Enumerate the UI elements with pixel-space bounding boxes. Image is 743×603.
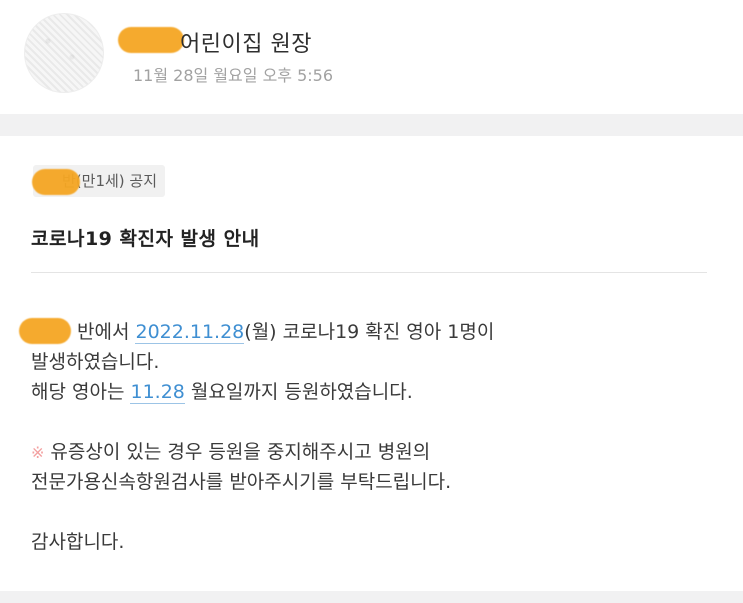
body-text: 월요일까지 등원하였습니다. [184,381,413,403]
post-content: 반(만1세) 공지 코로나19 확진자 발생 안내 반에서 2022.11.28… [0,136,743,591]
post-header: 어린이집 원장 11월 28일 월요일 오후 5:56 [0,0,743,114]
avatar[interactable] [24,13,104,93]
title-divider [31,272,707,273]
redaction-mark [19,318,71,344]
redaction-mark [32,169,80,195]
body-line: 해당 영아는 11.28 월요일까지 등원하였습니다. [31,377,413,407]
body-text: 해당 영아는 [31,381,131,403]
body-line: 발생하였습니다. [31,351,160,373]
date-link[interactable]: 2022.11.28 [135,321,245,344]
body-line: 전문가용신속항원검사를 받아주시기를 부탁드립니다. [31,471,452,493]
notice-mark-icon: ※ [31,443,45,462]
date-link[interactable]: 11.28 [130,381,185,404]
post-title: 코로나19 확진자 발생 안내 [31,228,260,250]
body-line: ※ 유증상이 있는 경우 등원을 중지해주시고 병원의 [31,437,430,468]
body-line: 반에서 2022.11.28(월) 코로나19 확진 영아 1명이 [31,317,494,347]
body-text: 반에서 [77,321,136,343]
section-separator [0,114,743,136]
body-text: 유증상이 있는 경우 등원을 중지해주시고 병원의 [50,441,431,463]
body-text: (월) 코로나19 확진 영아 1명이 [244,321,495,343]
author-name: 어린이집 원장 [180,32,312,57]
body-line: 감사합니다. [31,531,125,553]
redaction-mark [118,27,184,53]
post-timestamp: 11월 28일 월요일 오후 5:56 [133,66,334,85]
post-view: 어린이집 원장 11월 28일 월요일 오후 5:56 반(만1세) 공지 코로… [0,0,743,603]
footer-separator [0,591,743,603]
